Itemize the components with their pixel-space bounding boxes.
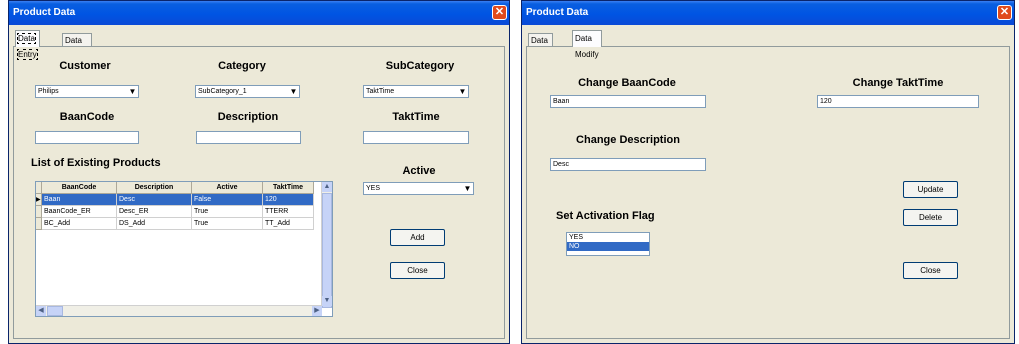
- column-header-description[interactable]: Description: [116, 182, 192, 194]
- table-cell[interactable]: True: [191, 205, 263, 218]
- chevron-left-icon[interactable]: ◀: [36, 306, 46, 316]
- table-cell[interactable]: TT_Add: [262, 217, 314, 230]
- change-takttime-input[interactable]: 120: [817, 95, 979, 108]
- title-bar[interactable]: Product Data: [522, 1, 1014, 25]
- window-title: Product Data: [13, 7, 76, 18]
- takttime-input[interactable]: [363, 131, 469, 144]
- vertical-scrollbar[interactable]: ▲ ▼: [321, 182, 332, 308]
- close-button[interactable]: Close: [390, 262, 445, 279]
- table-row[interactable]: BaanCode_ER Desc_ER True TTERR: [36, 205, 314, 218]
- horizontal-scrollbar[interactable]: ◀ ▶: [36, 305, 322, 316]
- title-bar[interactable]: Product Data: [9, 1, 509, 25]
- list-item[interactable]: NO: [567, 242, 649, 251]
- change-baancode-input[interactable]: Baan: [550, 95, 706, 108]
- table-row[interactable]: BC_Add DS_Add True TT_Add: [36, 217, 314, 230]
- category-label: Category: [218, 60, 266, 72]
- scroll-thumb[interactable]: [47, 306, 63, 316]
- update-button[interactable]: Update: [903, 181, 958, 198]
- chevron-down-icon[interactable]: ▼: [288, 86, 299, 97]
- table-cell[interactable]: Desc_ER: [116, 205, 192, 218]
- active-label: Active: [402, 165, 436, 177]
- description-input[interactable]: [196, 131, 301, 144]
- table-cell[interactable]: 120: [262, 193, 314, 206]
- customer-dropdown[interactable]: Philips ▼: [35, 85, 139, 98]
- table-cell[interactable]: DS_Add: [116, 217, 192, 230]
- baancode-input[interactable]: [35, 131, 139, 144]
- description-label: Description: [217, 111, 279, 123]
- product-data-window-modify: Product Data ✕ Data Entry Data Modify Ch…: [521, 0, 1015, 344]
- chevron-up-icon[interactable]: ▲: [322, 182, 332, 192]
- grid-header-row: BaanCode Description Active TaktTime: [36, 182, 314, 194]
- close-button[interactable]: Close: [903, 262, 958, 279]
- change-baancode-label: Change BaanCode: [578, 77, 676, 89]
- close-icon[interactable]: ✕: [997, 5, 1012, 20]
- change-description-input[interactable]: Desc: [550, 158, 706, 171]
- scroll-thumb[interactable]: [322, 193, 332, 308]
- tab-data-entry[interactable]: Data Entry: [528, 33, 553, 58]
- customer-label: Customer: [59, 60, 111, 72]
- category-dropdown[interactable]: SubCategory_1 ▼: [195, 85, 300, 98]
- baancode-label: BaanCode: [59, 111, 115, 123]
- close-icon[interactable]: ✕: [492, 5, 507, 20]
- table-cell[interactable]: False: [191, 193, 263, 206]
- products-table: BaanCode Description Active TaktTime ▶ B…: [36, 182, 314, 230]
- products-grid[interactable]: BaanCode Description Active TaktTime ▶ B…: [35, 181, 333, 317]
- table-row[interactable]: ▶ Baan Desc False 120: [36, 193, 314, 206]
- tab-data-entry[interactable]: Data Entry: [15, 30, 40, 60]
- table-cell[interactable]: Baan: [41, 193, 117, 206]
- change-takttime-label: Change TaktTime: [852, 77, 944, 89]
- delete-button[interactable]: Delete: [903, 209, 958, 226]
- column-header-baancode[interactable]: BaanCode: [41, 182, 117, 194]
- subcategory-label: SubCategory: [385, 60, 455, 72]
- chevron-down-icon[interactable]: ▼: [457, 86, 468, 97]
- tab-data-modify[interactable]: Data Modify: [572, 30, 602, 59]
- column-header-active[interactable]: Active: [191, 182, 263, 194]
- active-dropdown[interactable]: YES ▼: [363, 182, 474, 195]
- product-data-window-entry: Product Data ✕ Data Entry Data Modify Cu…: [8, 0, 510, 344]
- table-cell[interactable]: Desc: [116, 193, 192, 206]
- subcategory-dropdown[interactable]: TaktTime ▼: [363, 85, 469, 98]
- chevron-down-icon[interactable]: ▼: [322, 296, 332, 306]
- list-item[interactable]: YES: [567, 233, 649, 242]
- list-title: List of Existing Products: [31, 157, 161, 169]
- chevron-down-icon[interactable]: ▼: [462, 183, 473, 194]
- chevron-right-icon[interactable]: ▶: [312, 306, 322, 316]
- change-description-label: Change Description: [576, 134, 680, 146]
- table-cell[interactable]: BaanCode_ER: [41, 205, 117, 218]
- table-cell[interactable]: TTERR: [262, 205, 314, 218]
- table-cell[interactable]: BC_Add: [41, 217, 117, 230]
- set-activation-flag-label: Set Activation Flag: [556, 210, 655, 222]
- window-title: Product Data: [526, 7, 589, 18]
- table-cell[interactable]: True: [191, 217, 263, 230]
- tab-data-modify[interactable]: Data Modify: [62, 33, 92, 58]
- chevron-down-icon[interactable]: ▼: [127, 86, 138, 97]
- column-header-takttime[interactable]: TaktTime: [262, 182, 314, 194]
- activation-flag-listbox[interactable]: YES NO: [566, 232, 650, 256]
- takttime-label: TaktTime: [392, 111, 440, 123]
- add-button[interactable]: Add: [390, 229, 445, 246]
